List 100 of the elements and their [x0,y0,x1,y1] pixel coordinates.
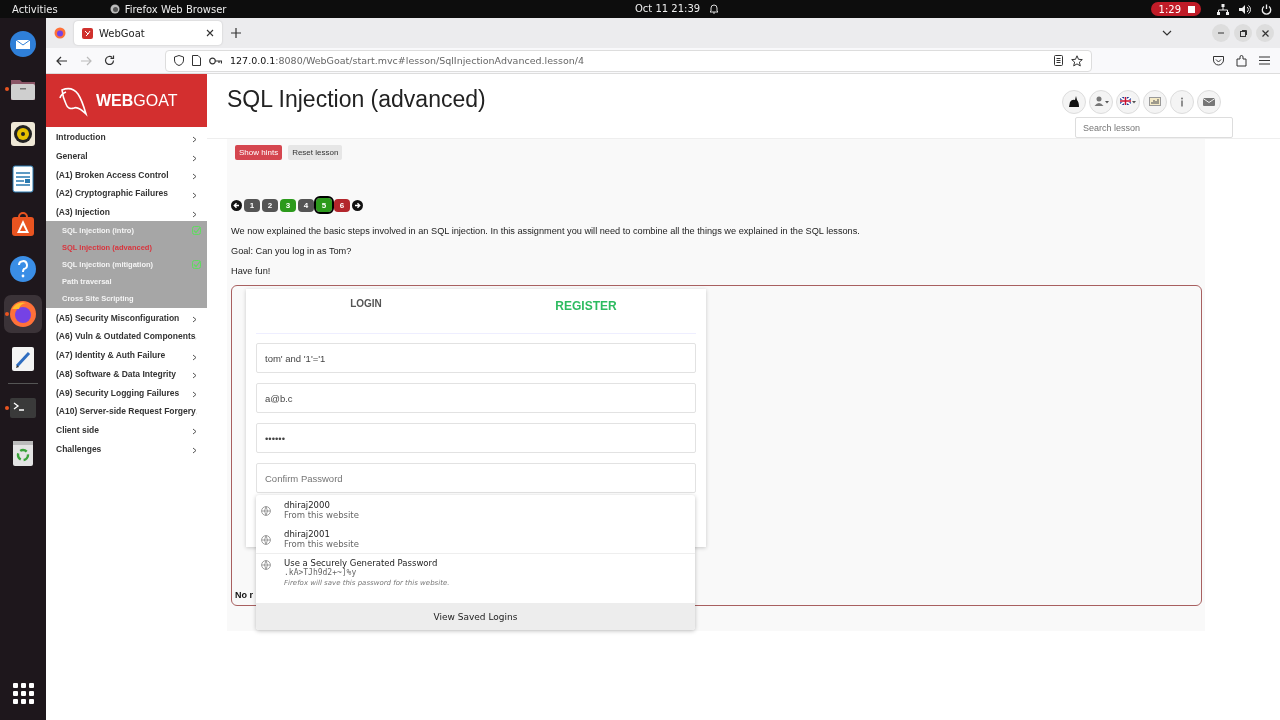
help-icon [8,254,38,284]
key-icon [209,56,222,65]
flag-button[interactable] [1116,90,1140,114]
category-item[interactable]: (A3) Injection [46,202,207,222]
chevron-icon [192,428,197,436]
minimize-icon [1218,32,1224,34]
previous-page-icon[interactable] [231,199,242,211]
browser-tab[interactable]: WebGoat [74,21,222,45]
chevron-icon [192,191,197,199]
category-item[interactable]: Introduction [46,128,207,147]
category-item[interactable]: (A8) Software & Data Integrity [46,364,207,384]
chevron-icon [192,210,197,218]
globe-icon [261,506,271,516]
chevron-icon [192,173,197,181]
form-tab[interactable]: LOGIN [256,289,476,333]
page-button[interactable]: 6 [334,198,350,212]
category-item[interactable]: (A7) Identity & Auth Failure [46,345,207,365]
new-tab-icon[interactable] [231,28,241,38]
close-icon[interactable] [206,29,214,37]
star-icon[interactable] [1071,54,1083,67]
chevron-icon [192,316,197,324]
chevron-icon [192,447,197,455]
lesson-text: Have fun! [231,266,272,276]
input-field[interactable]: a@b.c [256,383,696,413]
app-grid-icon[interactable] [12,683,34,704]
saved-login-item[interactable]: dhiraj2001 From this website [256,524,695,553]
login-source: From this website [284,510,359,520]
recording-time: 1:29 [1158,3,1181,15]
close-button[interactable] [1256,24,1274,42]
menu-icon[interactable] [1259,56,1270,65]
shield-icon [174,55,184,66]
category-item[interactable]: (A9) Security Logging Failures [46,383,207,402]
browser-icon [8,299,38,329]
globe-icon [261,535,271,545]
login-username: dhiraj2000 [284,500,331,510]
input-field[interactable]: tom' and '1'='1 [256,343,696,373]
chevron-icon [192,372,197,380]
generated-password-title: Use a Securely Generated Password [284,558,439,568]
close-icon [1261,29,1269,37]
power-icon[interactable] [1261,3,1272,15]
globe-icon [261,560,271,570]
logo-banner[interactable]: WEBGOAT [46,74,207,127]
lesson-text: Goal: Can you log in as Tom? [231,246,353,256]
category-item[interactable]: (A2) Cryptographic Failures [46,184,207,203]
next-page-icon[interactable] [352,199,363,211]
browser-icon[interactable] [54,27,66,39]
page-button[interactable]: 2 [262,198,278,212]
dock-item[interactable] [4,295,42,333]
result-text: No r [234,590,254,600]
page-button[interactable]: 1 [244,198,260,212]
chevron-down-icon[interactable] [1162,30,1172,36]
login-source: From this website [284,539,359,549]
user-button[interactable] [1089,90,1113,114]
extensions-icon[interactable] [1236,54,1247,67]
recording-indicator[interactable]: 1:29 [1150,2,1201,16]
reader-view-icon[interactable] [1054,55,1063,66]
view-saved-logins-button[interactable]: View Saved Logins [256,603,695,630]
pocket-icon[interactable] [1213,55,1224,66]
page-button[interactable]: 3 [280,198,296,212]
mail-icon [8,29,38,59]
category-item[interactable]: General [46,146,207,166]
input-field[interactable]: Confirm Password [256,463,696,493]
address-bar[interactable]: 127.0.0.1:8080/WebGoat/start.mvc#lesson/SqlInjectionAdvanced.lesson/4 [165,49,1092,72]
page-button[interactable]: 5 [316,198,332,212]
page-title: SQL Injection (advanced) [227,86,487,114]
category-item[interactable]: Client side [46,420,207,440]
clock[interactable]: Oct 11 21:39 [635,3,701,14]
reload-icon[interactable] [104,55,115,66]
app-icon [109,4,120,14]
chevron-icon [192,391,197,399]
generated-password: .kA>TJh9d2+~]%y [284,568,358,577]
app-name[interactable]: Firefox Web Browser [124,3,227,15]
mail-button[interactable] [1197,90,1221,114]
back-icon[interactable] [56,55,68,66]
page-icon [192,55,201,66]
volume-icon[interactable] [1239,3,1251,15]
lesson-button[interactable]: Show hints [235,145,283,160]
stop-icon [1188,5,1195,13]
chart-button[interactable] [1143,90,1167,114]
speaker-icon [8,119,38,149]
restore-button[interactable] [1234,24,1252,42]
restore-icon [1239,29,1247,37]
category-item[interactable]: (A10) Server-side Request Forgery [46,401,207,421]
category-item[interactable]: (A1) Broken Access Control [46,165,207,185]
chevron-icon [192,154,197,162]
tab-title: WebGoat [99,27,146,39]
network-icon[interactable] [1217,3,1229,15]
category-item[interactable]: (A5) Security Misconfiguration [46,308,207,328]
input-field[interactable]: •••••• [256,423,696,453]
category-item[interactable]: Challenges [46,439,207,458]
lesson-button[interactable]: Reset lesson [288,145,343,160]
activities-button[interactable]: Activities [12,3,58,15]
category-item[interactable]: (A6) Vuln & Outdated Components [46,327,207,346]
logo-text: WEBGOAT [96,91,178,110]
page-button[interactable]: 4 [298,198,314,212]
bell-icon [709,3,720,14]
goat-button[interactable] [1062,90,1086,114]
url-text: 127.0.0.1:8080/WebGoat/start.mvc#lesson/SqlInjectionAdvanced.lesson/4 [230,55,584,66]
search-field[interactable]: Search lesson [1075,117,1233,138]
saved-login-item[interactable]: dhiraj2000 From this website [256,495,695,524]
